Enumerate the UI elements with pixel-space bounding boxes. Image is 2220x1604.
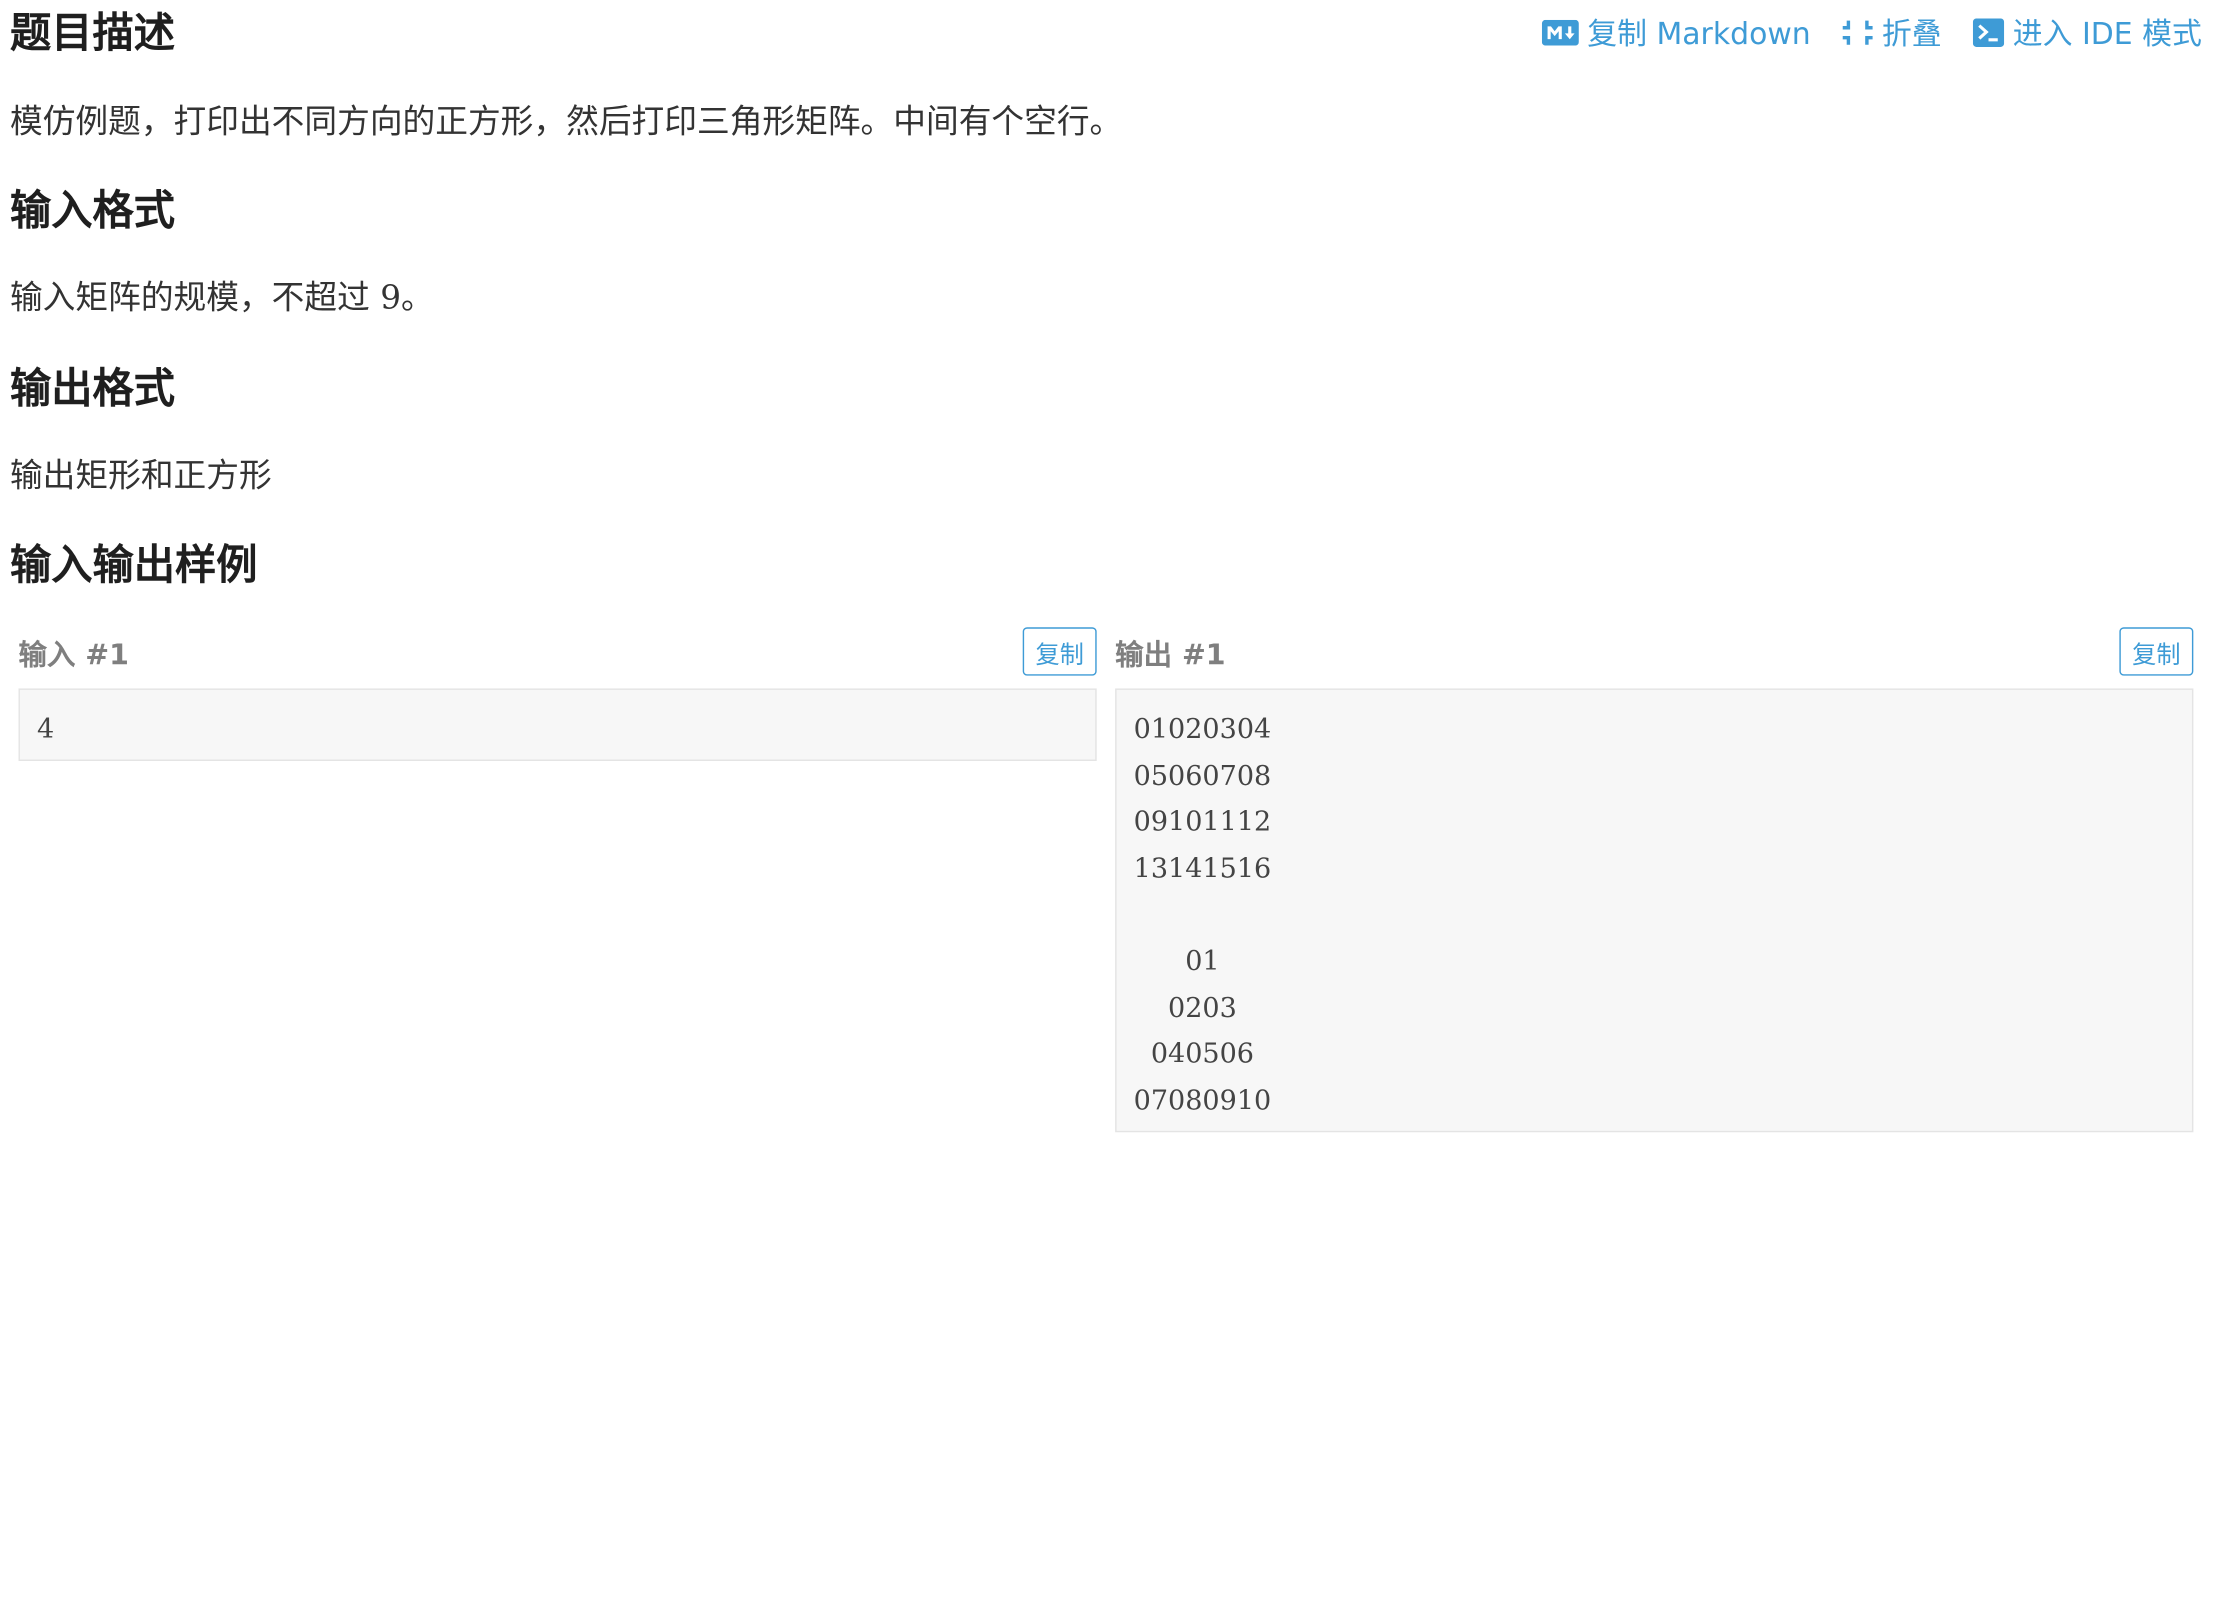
input-sample-header: 输入 #1 复制	[18, 626, 1097, 677]
copy-input-button[interactable]: 复制	[1022, 627, 1097, 676]
ide-mode-label: 进入 IDE 模式	[2012, 17, 2202, 52]
output-sample-header: 输出 #1 复制	[1115, 626, 2194, 677]
copy-output-button[interactable]: 复制	[2119, 627, 2194, 676]
output-sample-box[interactable]: 01020304 05060708 09101112 13141516 01 0…	[1115, 688, 2194, 1133]
output-sample-label: 输出 #1	[1115, 636, 1226, 671]
output-format-text: 输出矩形和正方形	[9, 458, 272, 495]
input-sample-label: 输入 #1	[18, 636, 129, 671]
input-sample-box[interactable]: 4	[18, 688, 1097, 761]
compress-icon	[1842, 20, 1873, 45]
markdown-icon	[1541, 19, 1579, 46]
ide-mode-link[interactable]: 进入 IDE 模式	[1972, 11, 2202, 54]
output-sample-value: 01020304 05060708 09101112 13141516 01 0…	[1133, 714, 1272, 1117]
copy-markdown-link[interactable]: 复制 Markdown	[1541, 11, 1811, 54]
problem-toolbar: 复制 Markdown 折叠 进入 IDE 模式	[1541, 11, 2202, 54]
fold-link[interactable]: 折叠	[1842, 11, 1942, 54]
input-sample-value: 4	[36, 714, 55, 746]
description-text: 模仿例题，打印出不同方向的正方形，然后打印三角形矩阵。中间有个空行。	[9, 103, 1123, 141]
input-format-title: 输入格式	[9, 186, 175, 235]
input-format-math: 9	[380, 280, 402, 318]
samples-title: 输入输出样例	[9, 540, 258, 589]
output-format-title: 输出格式	[9, 364, 175, 413]
input-format-text-before: 输入矩阵的规模，不超过	[9, 280, 381, 318]
page-root: 复制 Markdown 折叠 进入 IDE 模式 题目描述 模仿例题，打印出不同…	[0, 0, 2220, 1604]
input-format-text-after: 。	[401, 280, 434, 318]
copy-markdown-label: 复制 Markdown	[1587, 17, 1811, 52]
terminal-icon	[1972, 18, 2005, 47]
fold-label: 折叠	[1881, 17, 1942, 52]
input-format-text: 输入矩阵的规模，不超过 9。	[10, 279, 434, 322]
description-title: 题目描述	[9, 8, 175, 57]
